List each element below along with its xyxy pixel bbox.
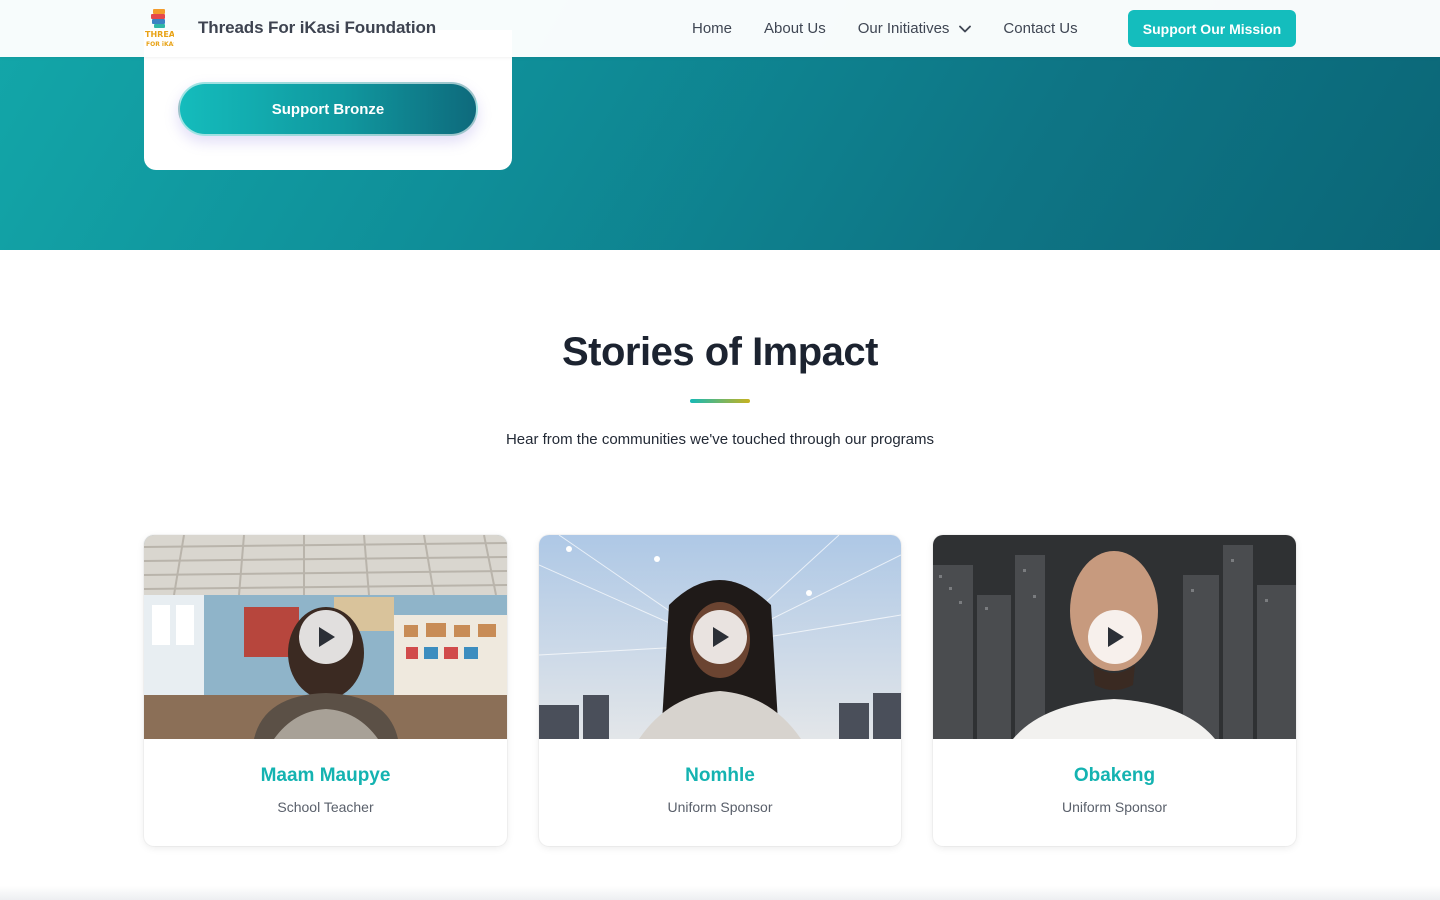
story-card: Nomhle Uniform Sponsor <box>539 535 901 846</box>
nav-our-initiatives[interactable]: Our Initiatives <box>858 20 972 37</box>
nav-home[interactable]: Home <box>692 20 732 37</box>
support-bronze-button[interactable]: Support Bronze <box>178 82 478 136</box>
person-role: School Teacher <box>277 799 374 815</box>
person-name: Nomhle <box>685 765 755 786</box>
video-thumbnail[interactable] <box>144 535 507 739</box>
site-header: THREADS FOR iKASI Threads For iKasi Foun… <box>0 0 1440 57</box>
chevron-down-icon <box>959 20 972 37</box>
next-section-edge <box>0 886 1440 900</box>
nav-contact-us[interactable]: Contact Us <box>1003 20 1077 37</box>
person-role: Uniform Sponsor <box>1061 799 1168 815</box>
video-thumbnail[interactable] <box>539 535 901 739</box>
video-thumbnail[interactable] <box>933 535 1296 739</box>
svg-text:THREADS: THREADS <box>145 30 174 39</box>
story-card: Maam Maupye School Teacher <box>144 535 507 846</box>
section-subtitle: Hear from the communities we've touched … <box>505 431 935 448</box>
section-title: Stories of Impact <box>561 330 879 374</box>
play-icon[interactable] <box>1087 610 1142 664</box>
threads-logo-icon: THREADS FOR iKASI <box>144 8 188 48</box>
play-icon[interactable] <box>298 610 353 664</box>
person-role: Uniform Sponsor <box>667 799 773 815</box>
brand[interactable]: THREADS FOR iKASI Threads For iKasi Foun… <box>144 7 436 49</box>
svg-text:FOR iKASI: FOR iKASI <box>146 41 174 48</box>
brand-name: Threads For iKasi Foundation <box>198 18 437 37</box>
title-underline <box>690 399 750 403</box>
nav-our-initiatives-label: Our Initiatives <box>857 20 950 37</box>
main-nav: Home About Us Our Initiatives Contact Us <box>692 0 1078 57</box>
person-name: Maam Maupye <box>260 765 391 786</box>
play-icon[interactable] <box>693 610 747 664</box>
story-card: Obakeng Uniform Sponsor <box>933 535 1296 846</box>
story-cards: Maam Maupye School Teacher Nomhle Unifor… <box>144 535 1296 847</box>
nav-about-us[interactable]: About Us <box>764 20 826 37</box>
person-name: Obakeng <box>1073 765 1156 786</box>
support-our-mission-button[interactable]: Support Our Mission <box>1128 10 1296 47</box>
